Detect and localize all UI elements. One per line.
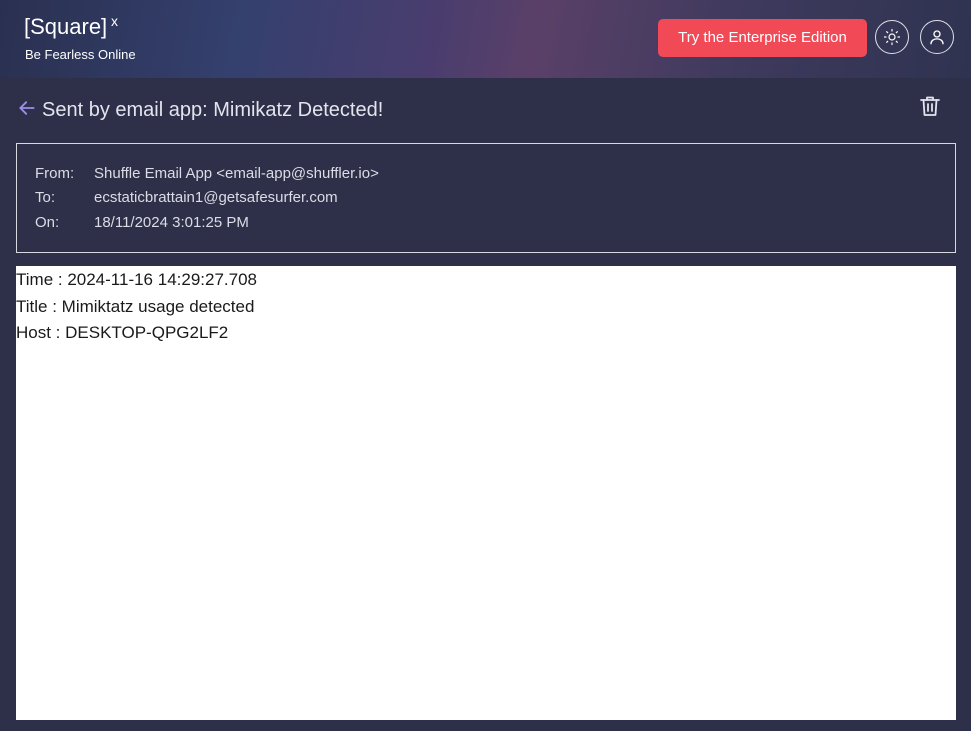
from-row: From: Shuffle Email App <email-app@shuffl… (35, 165, 379, 182)
user-icon (930, 30, 944, 45)
body-line-host: Host : DESKTOP-QPG2LF2 (16, 323, 229, 342)
email-body: Time : 2024-11-16 14:29:27.708 Title : M… (16, 266, 956, 720)
date-label: On: (35, 214, 60, 231)
brand-superscript: x (111, 13, 118, 29)
app-header: [Square] x Be Fearless Online Try the En… (0, 0, 971, 78)
from-value: Shuffle Email App <email-app@shuffler.io… (94, 165, 379, 182)
trash-icon[interactable] (918, 94, 942, 118)
to-label: To: (35, 189, 56, 206)
email-metadata: From: Shuffle Email App <email-app@shuffl… (16, 143, 956, 253)
user-account-button[interactable] (920, 20, 954, 54)
email-subject: Sent by email app: Mimikatz Detected! (42, 99, 384, 121)
date-row: On: 18/11/2024 3:01:25 PM (35, 214, 249, 231)
sun-icon (883, 28, 901, 46)
try-enterprise-button[interactable]: Try the Enterprise Edition (658, 19, 867, 57)
back-arrow-icon[interactable] (17, 98, 37, 118)
body-line-time: Time : 2024-11-16 14:29:27.708 (16, 270, 257, 289)
brand-logo-text[interactable]: [Square] (24, 14, 107, 40)
body-line-title: Title : Mimiktatz usage detected (16, 297, 255, 316)
theme-toggle-button[interactable] (875, 20, 909, 54)
date-value: 18/11/2024 3:01:25 PM (94, 214, 249, 231)
to-row: To: ecstaticbrattain1@getsafesurfer.com (35, 189, 338, 206)
to-value: ecstaticbrattain1@getsafesurfer.com (94, 189, 338, 206)
from-label: From: (35, 165, 75, 182)
brand-tagline: Be Fearless Online (25, 47, 136, 62)
